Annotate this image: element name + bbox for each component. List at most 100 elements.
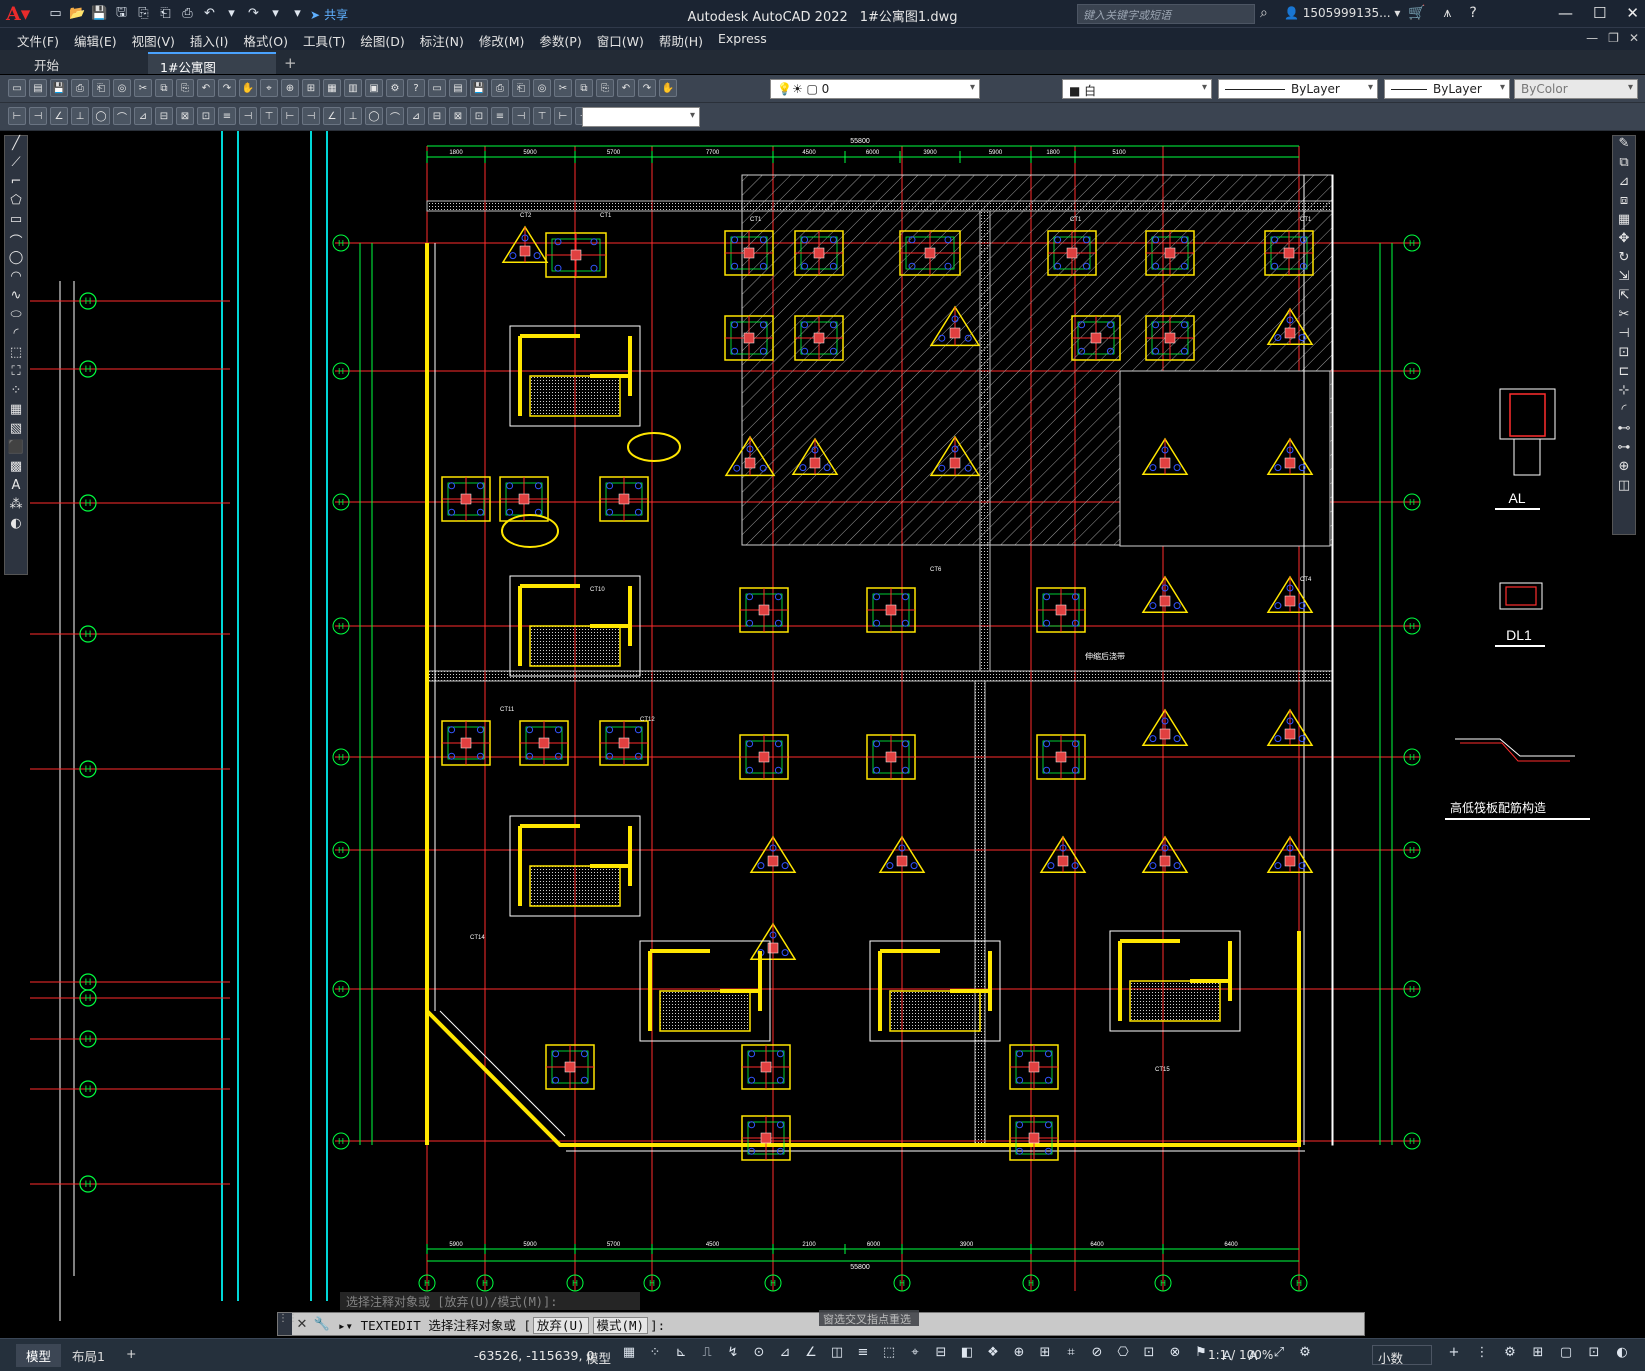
tool-30-icon[interactable]: ↶ (617, 79, 635, 97)
draw-3-icon[interactable]: ⌐ (5, 174, 27, 193)
tab-layout1[interactable]: 布局1 (62, 1344, 115, 1367)
tool-32-icon[interactable]: ✋ (659, 79, 677, 97)
cart-icon[interactable]: 🛒 (1408, 5, 1425, 21)
status-5-icon[interactable]: ↯ (722, 1345, 744, 1365)
dim-24-icon[interactable]: ≡ (491, 107, 509, 125)
save-icon[interactable]: 💾 (90, 4, 109, 23)
draw-13-icon[interactable]: ⛶ (5, 364, 27, 383)
dim-13-icon[interactable]: ⊤ (260, 107, 278, 125)
tool-16-icon[interactable]: ▦ (323, 79, 341, 97)
dim-5-icon[interactable]: ◯ (92, 107, 110, 125)
tool-25-icon[interactable]: ⎗ (512, 79, 530, 97)
command-dropdown-icon[interactable]: ▸▾ (338, 1318, 353, 1333)
close-command-line-icon[interactable]: ✕ (292, 1317, 312, 1332)
doc-close-icon[interactable]: ✕ (1629, 31, 1639, 45)
draw-19-icon[interactable]: A (5, 478, 27, 497)
draw-15-icon[interactable]: ▦ (5, 402, 27, 421)
doc-minimize-icon[interactable]: — (1586, 31, 1598, 45)
dim-20-icon[interactable]: ⊿ (407, 107, 425, 125)
modify-10-icon[interactable]: ✂ (1613, 307, 1635, 326)
tool-2-icon[interactable]: ▤ (29, 79, 47, 97)
tool-24-icon[interactable]: ⎙ (491, 79, 509, 97)
dim-27-icon[interactable]: ⊢ (554, 107, 572, 125)
draw-5-icon[interactable]: ▭ (5, 212, 27, 231)
draw-16-icon[interactable]: ▧ (5, 421, 27, 440)
tool-8-icon[interactable]: ⧉ (155, 79, 173, 97)
draw-9-icon[interactable]: ∿ (5, 288, 27, 307)
draw-2-icon[interactable]: ⟋ (5, 155, 27, 174)
model-space-toggle[interactable]: 模型 (586, 1348, 611, 1367)
status-21-icon[interactable]: ⊡ (1138, 1345, 1160, 1365)
tool-5-icon[interactable]: ⎗ (92, 79, 110, 97)
status-1-icon[interactable]: ▦ (618, 1345, 640, 1365)
modify-8-icon[interactable]: ⇲ (1613, 269, 1635, 288)
color-dropdown[interactable]: ■ 白 ▾ (1062, 79, 1212, 99)
dim-1-icon[interactable]: ⊢ (8, 107, 26, 125)
add-layout-icon[interactable]: + (116, 1344, 146, 1363)
tool-11-icon[interactable]: ↷ (218, 79, 236, 97)
option-mode[interactable]: 模式(M) (592, 1316, 649, 1334)
dim-11-icon[interactable]: ≡ (218, 107, 236, 125)
customize-command-icon[interactable]: 🔧 (312, 1317, 332, 1332)
status-right-2-icon[interactable]: ⋮ (1471, 1345, 1493, 1365)
menu-tools[interactable]: 工具(T) (300, 28, 357, 50)
draw-17-icon[interactable]: ⬛ (5, 440, 27, 459)
dim-7-icon[interactable]: ⊿ (134, 107, 152, 125)
status-17-icon[interactable]: ⊞ (1034, 1345, 1056, 1365)
status-right-6-icon[interactable]: ⊡ (1583, 1345, 1605, 1365)
status-14-icon[interactable]: ◧ (956, 1345, 978, 1365)
dim-26-icon[interactable]: ⊤ (533, 107, 551, 125)
modify-5-icon[interactable]: ▦ (1613, 212, 1635, 231)
modify-7-icon[interactable]: ↻ (1613, 250, 1635, 269)
tool-27-icon[interactable]: ✂ (554, 79, 572, 97)
save-web-icon[interactable]: ⎗ (156, 4, 175, 23)
status-2-icon[interactable]: ⁘ (644, 1345, 666, 1365)
tool-15-icon[interactable]: ⊞ (302, 79, 320, 97)
modify-9-icon[interactable]: ⇱ (1613, 288, 1635, 307)
tool-28-icon[interactable]: ⧉ (575, 79, 593, 97)
draw-21-icon[interactable]: ◐ (5, 516, 27, 535)
status-right-3-icon[interactable]: ⚙ (1499, 1345, 1521, 1365)
modify-13-icon[interactable]: ⊏ (1613, 364, 1635, 383)
status-27-icon[interactable]: ⚙ (1294, 1345, 1316, 1365)
maximize-icon[interactable]: ☐ (1593, 4, 1606, 22)
modify-1-icon[interactable]: ✎ (1613, 136, 1635, 155)
user-account[interactable]: 👤 1505999135... ▾ (1284, 6, 1400, 20)
new-tab-icon[interactable]: + (284, 54, 297, 72)
dim-18-icon[interactable]: ◯ (365, 107, 383, 125)
tool-7-icon[interactable]: ✂ (134, 79, 152, 97)
dim-2-icon[interactable]: ⊣ (29, 107, 47, 125)
dim-10-icon[interactable]: ⊡ (197, 107, 215, 125)
dim-16-icon[interactable]: ∠ (323, 107, 341, 125)
dim-8-icon[interactable]: ⊟ (155, 107, 173, 125)
dim-12-icon[interactable]: ⊣ (239, 107, 257, 125)
status-16-icon[interactable]: ⊕ (1008, 1345, 1030, 1365)
tab-model[interactable]: 模型 (16, 1344, 62, 1367)
menu-modify[interactable]: 修改(M) (476, 28, 537, 50)
tab-start[interactable]: 开始 (22, 52, 71, 74)
status-12-icon[interactable]: ⌖ (904, 1345, 926, 1365)
menu-view[interactable]: 视图(V) (129, 28, 187, 50)
new-icon[interactable]: ▭ (46, 4, 65, 23)
modify-17-icon[interactable]: ⊶ (1613, 440, 1635, 459)
menu-draw[interactable]: 绘图(D) (357, 28, 416, 50)
modify-3-icon[interactable]: ⊿ (1613, 174, 1635, 193)
status-9-icon[interactable]: ◫ (826, 1345, 848, 1365)
status-11-icon[interactable]: ⬚ (878, 1345, 900, 1365)
dim-9-icon[interactable]: ⊠ (176, 107, 194, 125)
tool-31-icon[interactable]: ↷ (638, 79, 656, 97)
tool-9-icon[interactable]: ⎘ (176, 79, 194, 97)
modify-2-icon[interactable]: ⧉ (1613, 155, 1635, 174)
tool-29-icon[interactable]: ⎘ (596, 79, 614, 97)
draw-7-icon[interactable]: ◯ (5, 250, 27, 269)
draw-1-icon[interactable]: ╱ (5, 136, 27, 155)
annotation-scale[interactable]: 1:1 / 100% (1208, 1348, 1273, 1362)
tool-12-icon[interactable]: ✋ (239, 79, 257, 97)
tool-14-icon[interactable]: ⊕ (281, 79, 299, 97)
status-13-icon[interactable]: ⊟ (930, 1345, 952, 1365)
tool-18-icon[interactable]: ▣ (365, 79, 383, 97)
menu-express[interactable]: Express (715, 28, 779, 50)
plotstyle-dropdown[interactable]: ByColor ▾ (1514, 79, 1638, 99)
doc-restore-icon[interactable]: ❐ (1608, 31, 1619, 45)
tool-10-icon[interactable]: ↶ (197, 79, 215, 97)
